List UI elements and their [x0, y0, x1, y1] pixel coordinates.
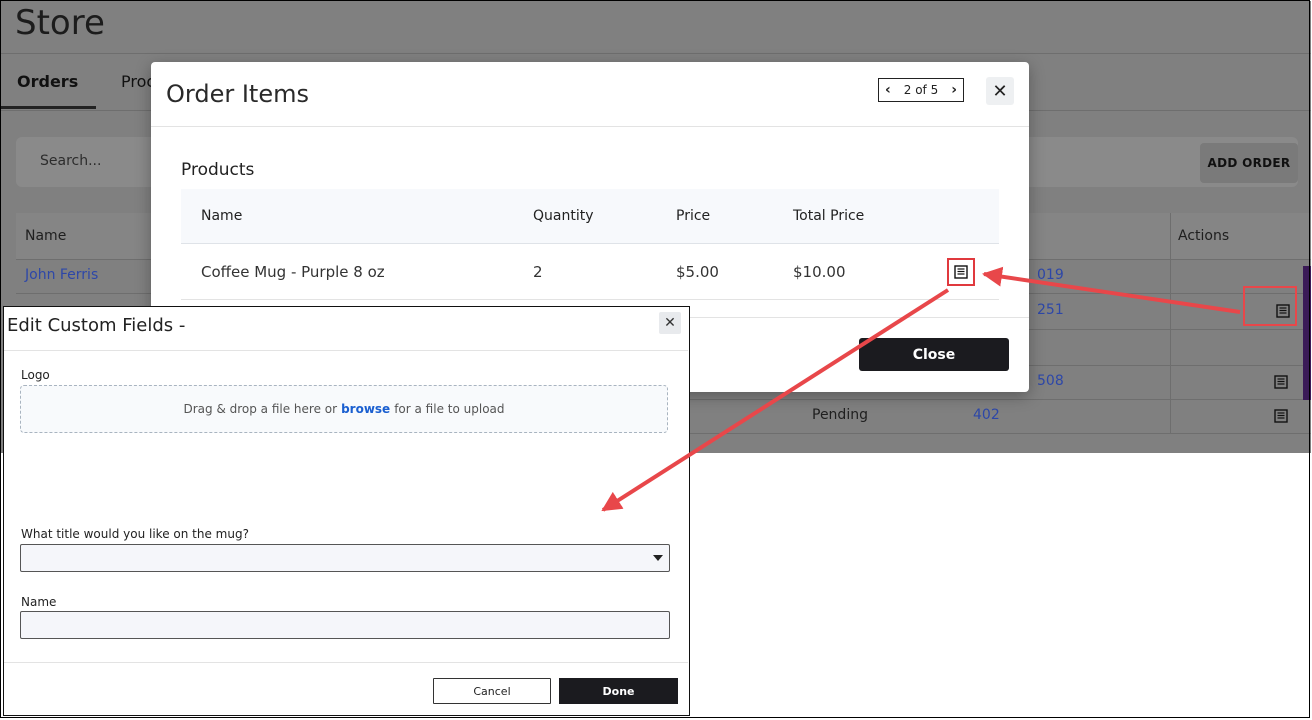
order-status: Pending — [812, 407, 868, 423]
product-quantity: 2 — [533, 263, 543, 281]
column-header-total-price: Total Price — [793, 208, 865, 224]
column-header-quantity: Quantity — [533, 208, 594, 224]
add-order-button[interactable]: ADD ORDER — [1200, 143, 1298, 183]
divider — [4, 350, 688, 351]
logo-label: Logo — [21, 368, 50, 382]
browse-link[interactable]: browse — [341, 402, 390, 416]
document-list-icon[interactable] — [1274, 375, 1288, 389]
column-header-name: Name — [201, 208, 243, 224]
modal-title: Order Items — [166, 80, 309, 108]
order-id-link[interactable]: 508 — [1037, 373, 1064, 389]
caret-down-icon — [653, 555, 663, 561]
products-table: Name Quantity Price Total Price Coffee M… — [181, 189, 999, 300]
tab-orders[interactable]: Orders — [17, 72, 78, 91]
done-button[interactable]: Done — [559, 678, 678, 704]
pager-label: 2 of 5 — [903, 83, 939, 97]
edit-custom-fields-dialog: Edit Custom Fields - ✕ Logo Drag & drop … — [3, 306, 690, 716]
mug-title-select[interactable] — [20, 544, 670, 572]
chevron-right-icon[interactable]: › — [951, 82, 957, 98]
column-header-actions: Actions — [1178, 228, 1230, 244]
scrollbar-accent — [1303, 266, 1311, 400]
customer-name-link[interactable]: John Ferris — [25, 267, 98, 283]
active-tab-indicator — [1, 106, 96, 109]
page-title: Store — [15, 3, 105, 43]
close-icon[interactable]: ✕ — [659, 312, 681, 334]
highlight-row-action — [1243, 286, 1297, 326]
order-id-link[interactable]: 402 — [973, 407, 1000, 423]
column-divider — [1170, 213, 1171, 259]
close-icon[interactable]: ✕ — [986, 77, 1014, 105]
divider — [151, 126, 1029, 127]
product-price: $5.00 — [676, 263, 719, 281]
product-total-price: $10.00 — [793, 263, 846, 281]
dropzone-text-tail: for a file to upload — [394, 402, 505, 416]
products-table-header: Name Quantity Price Total Price — [181, 189, 999, 244]
document-list-icon[interactable] — [1276, 304, 1290, 318]
chevron-left-icon[interactable]: ‹ — [885, 82, 891, 98]
name-label: Name — [21, 595, 57, 609]
column-header-name[interactable]: Name — [25, 228, 66, 244]
column-header-price: Price — [676, 208, 711, 224]
document-list-icon[interactable] — [1274, 409, 1288, 423]
edit-custom-fields-button[interactable] — [947, 258, 975, 286]
column-divider — [1170, 259, 1171, 293]
name-input[interactable] — [20, 611, 670, 639]
logo-dropzone[interactable]: Drag & drop a file here or browse for a … — [20, 385, 668, 433]
document-list-icon — [954, 265, 968, 279]
column-divider — [1170, 365, 1171, 399]
order-id-link[interactable]: 019 — [1037, 267, 1064, 283]
column-divider — [1170, 329, 1171, 365]
search-input[interactable]: Search... — [40, 153, 101, 169]
close-button[interactable]: Close — [859, 338, 1009, 371]
products-heading: Products — [181, 160, 255, 180]
product-name: Coffee Mug - Purple 8 oz — [201, 263, 385, 281]
cancel-button[interactable]: Cancel — [433, 678, 551, 704]
column-divider — [1170, 399, 1171, 433]
divider — [4, 662, 688, 663]
dialog-title: Edit Custom Fields - — [7, 315, 186, 336]
column-divider — [1170, 293, 1171, 329]
dropzone-text: Drag & drop a file here or — [183, 402, 338, 416]
table-row: Coffee Mug - Purple 8 oz 2 $5.00 $10.00 — [181, 244, 999, 300]
order-id-link[interactable]: 251 — [1037, 302, 1064, 318]
mug-title-label: What title would you like on the mug? — [21, 527, 249, 541]
order-pager: ‹ 2 of 5 › — [878, 78, 964, 102]
